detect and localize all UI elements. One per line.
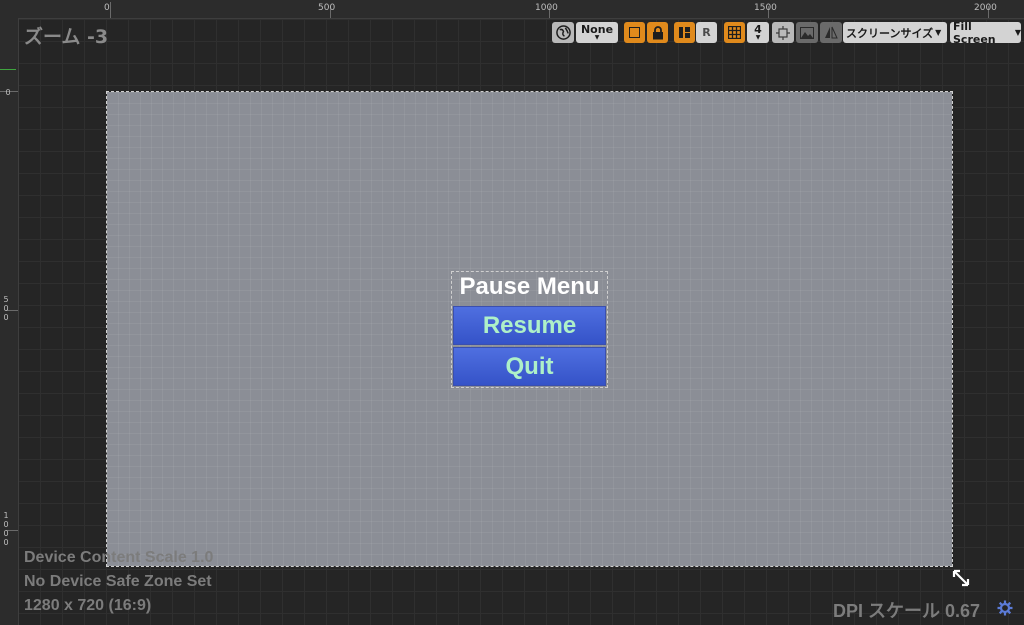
grid-icon [728,26,741,39]
ruler-label-500-vertical: 500 [3,295,9,322]
square-icon [629,27,640,38]
ruler-label-1000: 1000 [535,3,558,13]
globe-icon [555,25,571,40]
resolution-text: 1280 x 720 (16:9) [24,597,152,614]
r-button[interactable]: R [696,22,717,43]
ruler-label-2000: 2000 [974,3,997,13]
image-preview-button[interactable] [796,22,818,43]
chevron-down-icon: ▼ [755,34,761,41]
world-space-button[interactable] [552,22,574,43]
lock-icon [652,25,663,39]
diagonal-resize-icon [952,569,970,587]
ruler-label-1500: 1500 [754,3,777,13]
screen-size-label: スクリーンサイズ [846,26,934,40]
screen-size-dropdown[interactable]: スクリーンサイズ ▼ [843,22,947,43]
zoom-level-label: ズーム -3 [24,26,109,48]
fill-screen-dropdown[interactable]: Fill Screen ▼ [950,19,1021,46]
chevron-down-icon: ▼ [1014,28,1021,37]
ruler-label-1000-vertical: 1000 [3,511,9,547]
chevron-down-icon: ▼ [594,34,600,41]
ruler-label-500: 500 [318,3,336,13]
grid-size-dropdown[interactable]: 4 ▼ [747,22,769,43]
flip-button[interactable] [820,22,842,43]
fill-screen-label: Fill Screen [953,19,996,46]
ruler-marker [0,69,16,70]
none-dropdown[interactable]: None ▼ [576,22,618,43]
dpi-settings-button[interactable] [996,599,1014,617]
resume-button[interactable]: Resume [453,306,606,345]
top-ruler: 0 500 1000 1500 2000 [0,0,1024,19]
device-content-scale-text: Device Content Scale 1.0 [24,549,214,566]
dpi-scale-text: DPI スケール 0.67 [833,601,981,621]
quit-button[interactable]: Quit [453,347,606,386]
layout-icon [679,27,690,38]
layout-toggle-button[interactable] [674,22,695,43]
fit-arrows-icon [776,25,790,40]
gear-icon [997,600,1013,616]
chevron-down-icon: ▼ [935,28,942,37]
lock-button[interactable] [647,22,668,43]
fit-view-button[interactable] [772,22,794,43]
left-ruler: 0 500 1000 [0,18,19,625]
grid-snap-button[interactable] [724,22,745,43]
image-icon [800,26,814,39]
ruler-label-0: 0 [104,3,110,13]
resume-button-label: Resume [482,311,577,339]
snap-toggle-button[interactable] [624,22,645,43]
mirror-icon [825,26,838,39]
pause-menu-title: Pause Menu [459,273,600,300]
ruler-label-0-vertical: 0 [5,88,11,97]
safe-zone-text: No Device Safe Zone Set [24,573,212,590]
resize-handle[interactable] [951,568,971,588]
ruler-tick [110,2,111,18]
quit-button-label: Quit [505,352,554,380]
